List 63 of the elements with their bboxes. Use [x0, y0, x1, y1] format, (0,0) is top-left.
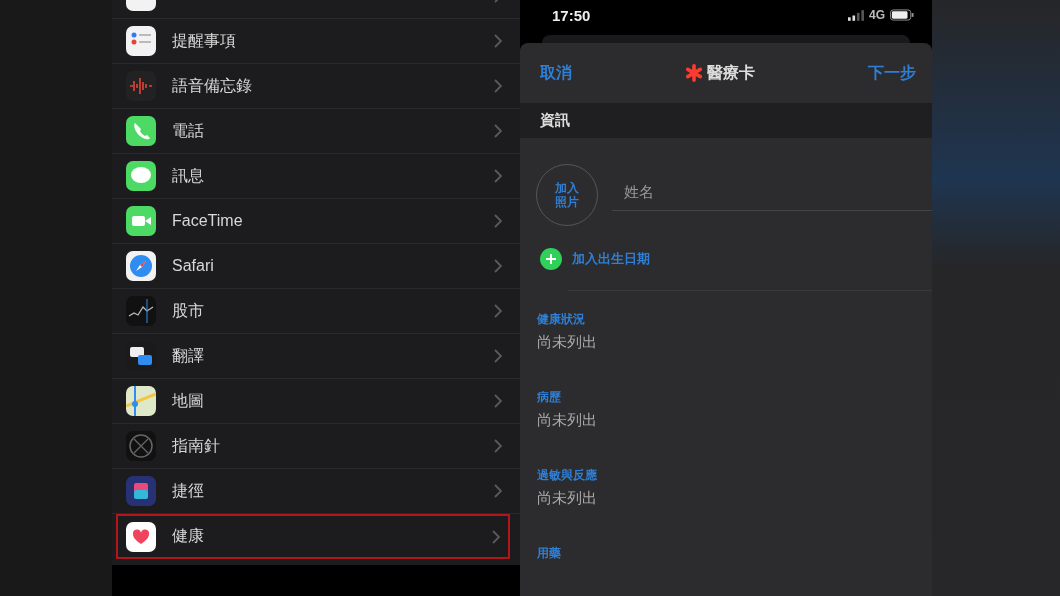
signal-icon — [848, 9, 864, 21]
safari-app-icon — [126, 251, 156, 281]
row-label: 捷徑 — [172, 480, 205, 501]
settings-row[interactable]: Safari — [112, 244, 520, 289]
section-header: 資訊 — [540, 111, 570, 130]
add-icon — [540, 248, 562, 270]
row-label: 提醒事項 — [172, 30, 237, 51]
field-value[interactable]: 尚未列出 — [537, 489, 932, 508]
chevron-icon — [494, 349, 502, 363]
field-label: 病歷 — [537, 389, 562, 406]
field-value[interactable]: 尚未列出 — [537, 333, 932, 352]
chevron-icon — [494, 484, 502, 498]
field-value[interactable]: 尚未列出 — [537, 411, 932, 430]
field-label: 過敏與反應 — [537, 467, 598, 484]
row-label: 語音備忘錄 — [172, 75, 253, 96]
settings-row[interactable]: 語音備忘錄 — [112, 64, 520, 109]
row-label: FaceTime — [172, 212, 244, 230]
field-label: 用藥 — [537, 545, 562, 562]
settings-row[interactable]: 地圖 — [112, 379, 520, 424]
medical-star-icon — [685, 64, 703, 82]
messages-app-icon — [126, 161, 156, 191]
status-time: 17:50 — [552, 6, 591, 24]
phone-app-icon — [126, 116, 156, 146]
chevron-icon — [494, 394, 502, 408]
settings-row[interactable]: 股市 — [112, 289, 520, 334]
settings-row[interactable]: 訊息 — [112, 154, 520, 199]
chevron-icon — [494, 259, 502, 273]
row-label: 翻譯 — [172, 345, 205, 366]
sheet-title: 醫療卡 — [707, 62, 755, 83]
row-label: 指南針 — [172, 435, 221, 456]
settings-row[interactable]: 健康 — [116, 514, 510, 559]
settings-row[interactable]: 電話 — [112, 109, 520, 154]
chevron-icon — [494, 214, 502, 228]
row-label: 訊息 — [172, 165, 205, 186]
chevron-icon — [494, 34, 502, 48]
chevron-icon — [492, 529, 500, 544]
facetime-app-icon — [126, 206, 156, 236]
chevron-icon — [494, 169, 502, 183]
settings-row[interactable]: 提醒事項 — [112, 19, 520, 64]
network-label: 4G — [869, 8, 885, 22]
chevron-icon — [494, 124, 502, 138]
chevron-icon — [494, 79, 502, 93]
name-field[interactable]: 姓名 — [612, 179, 932, 211]
settings-row[interactable]: FaceTime — [112, 199, 520, 244]
row-label: 地圖 — [172, 390, 205, 411]
chevron-icon — [494, 439, 502, 453]
stocks-app-icon — [126, 296, 156, 326]
reminders-app-icon — [126, 26, 156, 56]
health-app-icon — [126, 521, 156, 552]
row-label: 電話 — [172, 120, 205, 141]
row-label: Safari — [172, 257, 215, 275]
settings-row[interactable]: 指南針 — [112, 424, 520, 469]
shortcuts-app-icon — [126, 476, 156, 506]
voice-memos-app-icon — [126, 71, 156, 101]
settings-row[interactable]: 捷徑 — [112, 469, 520, 514]
maps-app-icon — [126, 386, 156, 416]
field-label: 健康狀況 — [537, 311, 586, 328]
battery-icon — [890, 9, 914, 21]
settings-row[interactable]: 翻譯 — [112, 334, 520, 379]
compass-app-icon — [126, 431, 156, 461]
chevron-icon — [494, 304, 502, 318]
row-label: 股市 — [172, 300, 205, 321]
row-label: 健康 — [172, 526, 205, 546]
